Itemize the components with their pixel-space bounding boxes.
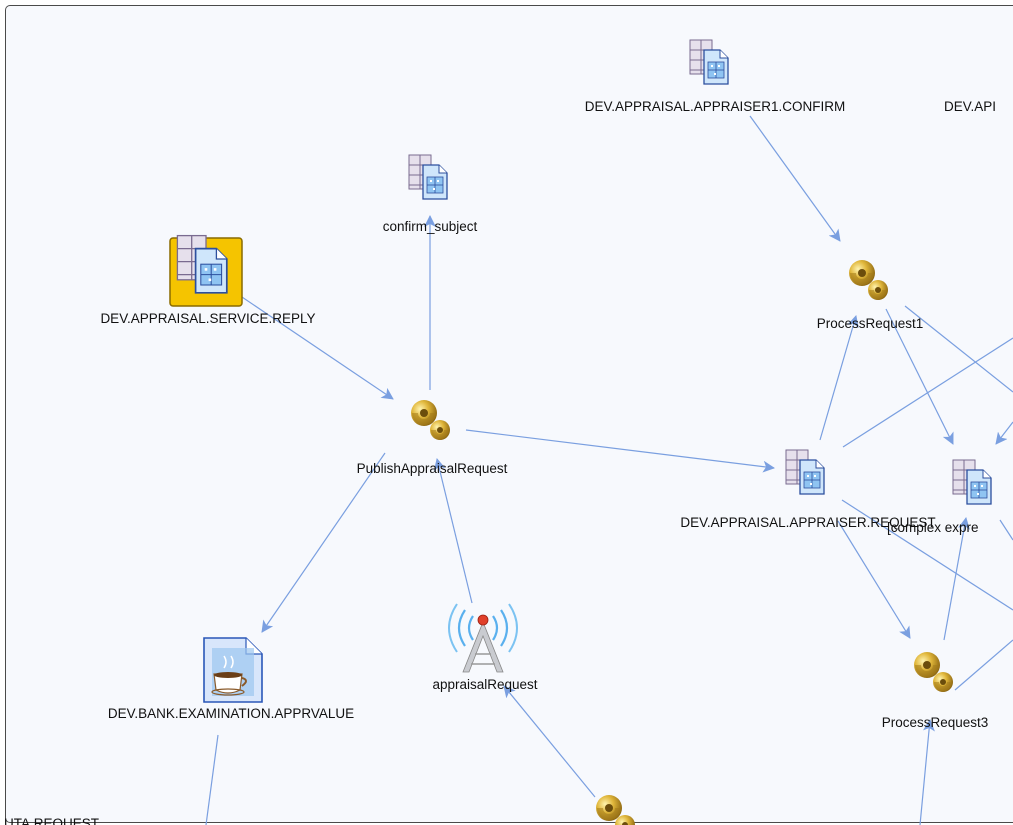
queue-icon: [169, 234, 243, 307]
edge-n_complex-to-off-canvas-bottom-right[interactable]: [999, 519, 1013, 541]
diagram-canvas[interactable]: DEV.APPRAISAL.APPRAISER1.CONFIRM DEV.API c…: [0, 0, 1013, 825]
node-bank[interactable]: DEV.BANK.EXAMINATION.APPRVALUE: [108, 637, 354, 721]
node-label: PublishAppraisalRequest: [357, 461, 508, 476]
queue-icon: [785, 449, 825, 495]
edge-n_request-to-n_pr1[interactable]: [819, 315, 859, 441]
edge-n_pr3-to-off-canvas-right[interactable]: [954, 639, 1013, 691]
node-label: appraisalRequest: [432, 677, 537, 692]
node-publish[interactable]: PublishAppraisalRequest: [357, 400, 508, 476]
node-complex[interactable]: [complex expre: [887, 459, 992, 535]
node-antenna[interactable]: appraisalRequest: [432, 603, 538, 692]
node-label: DEV.APPRAISAL.APPRAISER1.CONFIRM: [585, 99, 846, 114]
java-icon: [203, 637, 263, 703]
node-request[interactable]: DEV.APPRAISAL.APPRAISER.REQUEST: [680, 449, 936, 530]
edge-n_request-to-off-canvas-right[interactable]: [842, 337, 1013, 448]
edge-n_confirm-to-n_pr1[interactable]: [749, 115, 841, 242]
diagram-svg[interactable]: DEV.APPRAISAL.APPRAISER1.CONFIRM DEV.API c…: [0, 0, 1013, 825]
node-label: DEV.BANK.EXAMINATION.APPRVALUE: [108, 706, 354, 721]
process-icon: [596, 795, 635, 825]
process-icon: [849, 260, 888, 300]
edge-n_request-to-n_pr3[interactable]: [837, 520, 911, 639]
node-bottom-left[interactable]: UTA.REQUEST: [4, 816, 99, 825]
node-label: DEV.APPRAISAL.SERVICE.REPLY: [100, 311, 315, 326]
process-icon: [914, 652, 953, 692]
edge-n_publish-to-n_request[interactable]: [465, 429, 775, 473]
node-label: ProcessRequest3: [882, 715, 989, 730]
queue-icon: [408, 154, 448, 200]
node-bottom-proc[interactable]: [596, 795, 635, 825]
node-confirm[interactable]: DEV.APPRAISAL.APPRAISER1.CONFIRM: [585, 39, 846, 114]
edge-n_pr3-to-n_complex[interactable]: [943, 517, 970, 641]
node-subject[interactable]: confirm_subject: [383, 154, 478, 234]
queue-icon: [689, 39, 729, 85]
node-label: ProcessRequest1: [817, 316, 924, 331]
edge-off-canvas-right-to-n_complex[interactable]: [995, 421, 1013, 445]
edge-n_bank-to-off-canvas-bottom[interactable]: [205, 734, 219, 825]
edge-n_bottom_proc-to-n_antenna[interactable]: [503, 685, 596, 798]
node-label: confirm_subject: [383, 219, 478, 234]
node-pr1[interactable]: ProcessRequest1: [817, 260, 924, 331]
edge-n_antenna-to-n_publish[interactable]: [433, 458, 473, 604]
node-label: UTA.REQUEST: [4, 816, 99, 825]
node-partial[interactable]: DEV.API: [944, 99, 996, 114]
nodes-layer: DEV.APPRAISAL.APPRAISER1.CONFIRM DEV.API c…: [4, 39, 996, 825]
node-reply[interactable]: DEV.APPRAISAL.SERVICE.REPLY: [100, 234, 316, 326]
node-label: [complex expre: [887, 520, 979, 535]
broadcast-icon: [448, 603, 518, 673]
node-label: DEV.API: [944, 99, 996, 114]
node-pr3[interactable]: ProcessRequest3: [882, 652, 989, 730]
queue-icon: [952, 459, 992, 505]
edge-off-canvas-bottom-to-n_pr3[interactable]: [919, 719, 935, 825]
edge-n_publish-to-n_bank[interactable]: [261, 452, 386, 633]
process-icon: [411, 400, 450, 440]
